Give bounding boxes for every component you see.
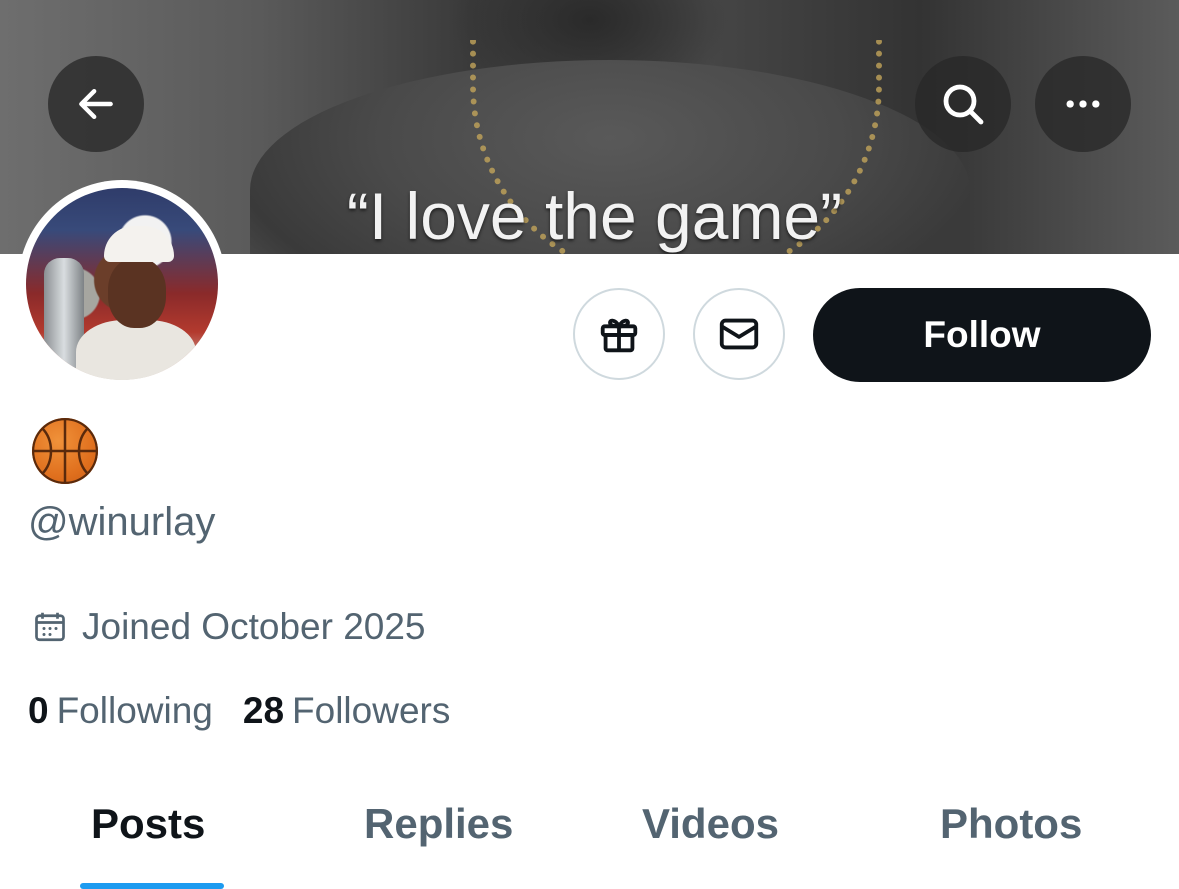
gift-button[interactable] — [573, 288, 665, 380]
more-button[interactable] — [1035, 56, 1131, 152]
following-link[interactable]: 0 Following — [28, 690, 213, 732]
follow-stats: 0 Following 28 Followers — [28, 690, 450, 732]
arrow-left-icon — [79, 88, 113, 120]
following-count: 0 — [28, 690, 49, 731]
message-button[interactable] — [693, 288, 785, 380]
followers-count: 28 — [242, 690, 285, 731]
tab-videos[interactable]: Videos — [642, 800, 779, 848]
tab-replies[interactable]: Replies — [364, 800, 513, 848]
profile-tabs: Posts Replies Videos Photos — [0, 800, 1179, 888]
more-horizontal-icon — [1066, 100, 1100, 108]
search-icon — [943, 84, 984, 125]
active-tab-indicator — [80, 883, 224, 889]
avatar-photo — [26, 188, 218, 380]
basketball-icon — [32, 418, 98, 484]
back-button[interactable] — [48, 56, 144, 152]
avatar[interactable] — [18, 180, 226, 388]
follow-button[interactable]: Follow — [813, 288, 1151, 382]
avatar-face — [108, 258, 166, 328]
avatar-cap — [104, 226, 174, 262]
search-button[interactable] — [915, 56, 1011, 152]
following-label: Following — [56, 690, 213, 731]
mail-icon — [719, 318, 759, 350]
followers-label: Followers — [292, 690, 451, 731]
joined-date: Joined October 2025 — [32, 606, 426, 648]
tab-posts[interactable]: Posts — [91, 800, 205, 848]
gift-icon — [600, 318, 638, 353]
followers-link[interactable]: 28 Followers — [243, 690, 450, 732]
tab-photos[interactable]: Photos — [940, 800, 1082, 848]
basketball-lines — [32, 418, 98, 484]
joined-text: Joined October 2025 — [82, 606, 426, 647]
avatar-shirt — [76, 320, 196, 380]
profile-handle: @winurlay — [28, 500, 216, 544]
calendar-icon — [35, 612, 65, 642]
